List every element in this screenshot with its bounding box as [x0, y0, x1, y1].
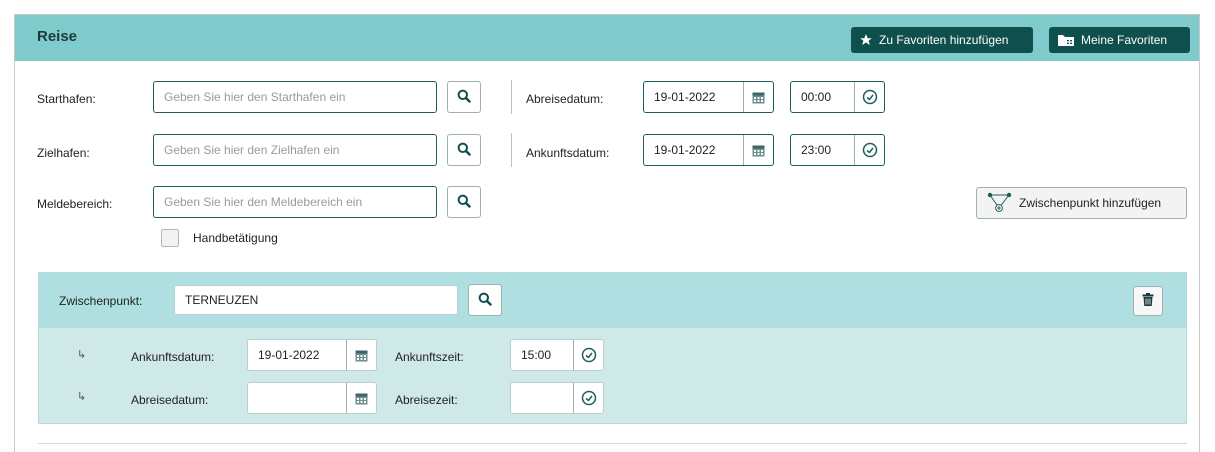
arrival-date-value: 19-01-2022 [654, 143, 716, 157]
arrival-time-picker[interactable]: 23:00 [790, 134, 885, 166]
folder-icon [1057, 33, 1075, 47]
trip-panel: Reise Zu Favoriten hinzufügen Meine Favo… [14, 14, 1200, 452]
departure-date-value: 19-01-2022 [654, 90, 716, 104]
destination-port-search-button[interactable] [447, 134, 481, 166]
waypoint-arrival-date-picker[interactable]: 19-01-2022 [247, 339, 377, 371]
waypoint-departure-time-picker[interactable] [510, 382, 604, 414]
waypoint-network-icon [987, 191, 1013, 216]
arrival-date-picker[interactable]: 19-01-2022 [643, 134, 774, 166]
destination-port-placeholder: Geben Sie hier den Zielhafen ein [164, 143, 340, 157]
waypoint-arrival-time-picker[interactable]: 15:00 [510, 339, 604, 371]
add-waypoint-button[interactable]: Zwischenpunkt hinzufügen [976, 187, 1187, 219]
manual-operation-label: Handbetätigung [193, 231, 278, 245]
waypoint-header: Zwischenpunkt: TERNEUZEN [39, 273, 1186, 328]
clock-icon[interactable] [854, 82, 884, 112]
waypoint-arrival-date-label: Ankunftsdatum: [131, 350, 215, 364]
waypoint-departure-date-picker[interactable] [247, 382, 377, 414]
star-icon [859, 33, 873, 47]
arrival-date-label: Ankunftsdatum: [526, 146, 610, 160]
vertical-divider [511, 133, 512, 167]
vertical-divider [511, 80, 512, 114]
search-icon [457, 194, 471, 211]
my-favorites-button[interactable]: Meine Favoriten [1049, 27, 1190, 53]
add-to-favorites-button[interactable]: Zu Favoriten hinzufügen [851, 27, 1033, 53]
manual-operation-checkbox[interactable] [161, 229, 179, 247]
clock-icon[interactable] [854, 135, 884, 165]
start-port-placeholder: Geben Sie hier den Starthafen ein [164, 90, 346, 104]
search-icon [457, 89, 471, 106]
start-port-label: Starthafen: [37, 92, 96, 106]
sub-arrow-icon: ↳ [77, 349, 87, 361]
departure-time-picker[interactable]: 00:00 [790, 81, 885, 113]
waypoint-arrival-time-label: Ankunftszeit: [395, 350, 464, 364]
waypoint-value: TERNEUZEN [185, 293, 259, 307]
trash-icon [1142, 293, 1154, 309]
waypoint-departure-date-label: Abreisedatum: [131, 393, 209, 407]
waypoint-label: Zwischenpunkt: [59, 294, 143, 308]
clock-icon[interactable] [573, 383, 603, 413]
report-area-input[interactable]: Geben Sie hier den Meldebereich ein [153, 186, 437, 218]
start-port-search-button[interactable] [447, 81, 481, 113]
destination-port-label: Zielhafen: [37, 146, 90, 160]
add-to-favorites-label: Zu Favoriten hinzufügen [879, 33, 1009, 47]
departure-date-picker[interactable]: 19-01-2022 [643, 81, 774, 113]
arrival-time-value: 23:00 [801, 143, 832, 157]
add-waypoint-label: Zwischenpunkt hinzufügen [1019, 196, 1162, 210]
report-area-placeholder: Geben Sie hier den Meldebereich ein [164, 195, 363, 209]
report-area-search-button[interactable] [447, 186, 481, 218]
panel-header: Reise Zu Favoriten hinzufügen Meine Favo… [15, 15, 1199, 61]
waypoint-block: Zwischenpunkt: TERNEUZEN ↳ Ankunftsdatum… [38, 272, 1187, 424]
waypoint-departure-time-value [511, 383, 573, 413]
start-port-input[interactable]: Geben Sie hier den Starthafen ein [153, 81, 437, 113]
calendar-icon[interactable] [743, 82, 773, 112]
panel-title: Reise [37, 28, 78, 45]
waypoint-input[interactable]: TERNEUZEN [174, 285, 458, 315]
waypoint-arrival-date-value: 19-01-2022 [258, 348, 320, 362]
calendar-icon[interactable] [346, 383, 376, 413]
waypoint-departure-time-label: Abreisezeit: [395, 393, 458, 407]
calendar-icon[interactable] [743, 135, 773, 165]
report-area-label: Meldebereich: [37, 197, 113, 211]
departure-time-value: 00:00 [801, 90, 832, 104]
section-divider [38, 443, 1187, 444]
waypoint-search-button[interactable] [468, 284, 502, 316]
waypoint-departure-date-value [248, 383, 346, 413]
destination-port-input[interactable]: Geben Sie hier den Zielhafen ein [153, 134, 437, 166]
search-icon [478, 292, 492, 309]
waypoint-arrival-time-value: 15:00 [521, 348, 552, 362]
delete-waypoint-button[interactable] [1133, 286, 1163, 316]
search-icon [457, 142, 471, 159]
calendar-icon[interactable] [346, 340, 376, 370]
sub-arrow-icon: ↳ [77, 391, 87, 403]
departure-date-label: Abreisedatum: [526, 92, 604, 106]
clock-icon[interactable] [573, 340, 603, 370]
my-favorites-label: Meine Favoriten [1081, 33, 1168, 47]
